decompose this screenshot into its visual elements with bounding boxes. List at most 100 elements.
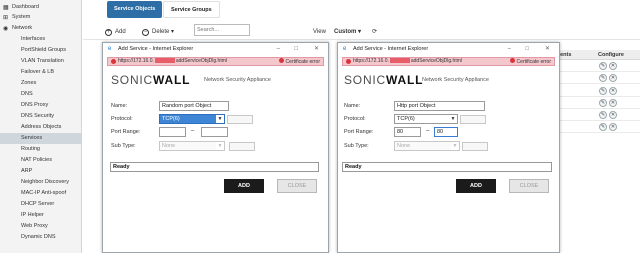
port-from-input[interactable]: 80 bbox=[394, 127, 421, 137]
sidebar-item-failover-lb[interactable]: Failover & LB bbox=[0, 67, 82, 78]
minimize-icon[interactable]: – bbox=[508, 43, 511, 56]
protocol-label: Protocol: bbox=[111, 116, 133, 122]
ie-icon: e bbox=[108, 46, 112, 52]
certificate-error[interactable]: Certificate error bbox=[509, 58, 551, 65]
configure-cell: ✎ ✕ bbox=[599, 99, 619, 107]
status-bar: Ready bbox=[342, 162, 552, 172]
edit-icon[interactable]: ✎ bbox=[599, 123, 607, 131]
protocol-extra-box bbox=[460, 115, 486, 124]
sidebar-item-dns-security[interactable]: DNS Security bbox=[0, 111, 82, 122]
edit-icon[interactable]: ✎ bbox=[599, 62, 607, 70]
address-bar[interactable]: https://172.16.0. addServiceObjDlg.html C… bbox=[107, 57, 324, 66]
port-from-input[interactable] bbox=[159, 127, 186, 137]
configure-cell: ✎ ✕ bbox=[599, 111, 619, 119]
view-select[interactable]: Custom ▾ bbox=[334, 26, 361, 38]
redacted-block bbox=[154, 58, 175, 63]
sidebar-item-dhcp-server[interactable]: DHCP Server bbox=[0, 199, 82, 210]
dashboard-icon: ▦ bbox=[3, 5, 9, 11]
sidebar-item-web-proxy[interactable]: Web Proxy bbox=[0, 221, 82, 232]
sidebar-item-interfaces[interactable]: Interfaces bbox=[0, 34, 82, 45]
tab-service-groups[interactable]: Service Groups bbox=[163, 1, 220, 18]
sidebar-item-address-objects[interactable]: Address Objects bbox=[0, 122, 82, 133]
url-text: https://172.16.0. addServiceObjDlg.html bbox=[353, 58, 462, 64]
sidebar-item-arp[interactable]: ARP bbox=[0, 166, 82, 177]
delete-icon[interactable]: ✕ bbox=[609, 99, 617, 107]
protocol-select[interactable]: TCP(6) ▼ bbox=[394, 114, 458, 124]
sidebar-item-dns-proxy[interactable]: DNS Proxy bbox=[0, 100, 82, 111]
cert-error-icon bbox=[111, 59, 116, 64]
app-name: Network Security Appliance bbox=[204, 77, 271, 83]
name-field[interactable]: Http port Object bbox=[394, 101, 485, 111]
add-button[interactable]: ADD bbox=[224, 179, 264, 193]
range-separator: – bbox=[191, 128, 195, 134]
delete-icon[interactable]: ✕ bbox=[609, 111, 617, 119]
close-icon[interactable]: ✕ bbox=[545, 43, 550, 56]
edit-icon[interactable]: ✎ bbox=[599, 74, 607, 82]
configure-cell: ✎ ✕ bbox=[599, 87, 619, 95]
refresh-icon[interactable]: ⟳ bbox=[372, 26, 377, 38]
minus-icon: − bbox=[142, 29, 149, 36]
delete-icon[interactable]: ✕ bbox=[609, 74, 617, 82]
search-input[interactable] bbox=[194, 24, 250, 36]
delete-icon[interactable]: ✕ bbox=[609, 123, 617, 131]
protocol-label: Protocol: bbox=[344, 116, 366, 122]
sidebar-item-services[interactable]: Services bbox=[0, 133, 82, 144]
sub-type-extra-box bbox=[229, 142, 255, 151]
sidebar-item-portshield-groups[interactable]: PortShield Groups bbox=[0, 45, 82, 56]
add-button[interactable]: + Add bbox=[105, 26, 126, 38]
sidebar-item-system[interactable]: ⊞ System bbox=[0, 12, 82, 23]
delete-icon[interactable]: ✕ bbox=[609, 62, 617, 70]
port-range-label: Port Range: bbox=[111, 129, 141, 135]
network-icon: ◉ bbox=[3, 26, 9, 32]
close-icon[interactable]: ✕ bbox=[314, 43, 319, 56]
sidebar-item-network[interactable]: ◉ Network bbox=[0, 23, 82, 34]
sidebar-item-mac-ip-anti-spoof[interactable]: MAC-IP Anti-spoof bbox=[0, 188, 82, 199]
close-button[interactable]: CLOSE bbox=[509, 179, 549, 193]
sidebar-item-nat-policies[interactable]: NAT Policies bbox=[0, 155, 82, 166]
add-button[interactable]: ADD bbox=[456, 179, 496, 193]
chevron-down-icon: ▼ bbox=[216, 115, 224, 123]
add-service-dialog-left: e Add Service - Internet Explorer – □ ✕ … bbox=[102, 42, 329, 253]
edit-icon[interactable]: ✎ bbox=[599, 111, 607, 119]
name-label: Name: bbox=[111, 103, 128, 109]
maximize-icon[interactable]: □ bbox=[294, 43, 298, 56]
sidebar-item-dynamic-dns[interactable]: Dynamic DNS bbox=[0, 232, 82, 243]
toolbar: + Add − Delete ▾ View Custom ▾ ⟳ bbox=[105, 26, 640, 38]
port-range-label: Port Range: bbox=[344, 129, 374, 135]
delete-button[interactable]: − Delete ▾ bbox=[142, 26, 174, 38]
delete-icon[interactable]: ✕ bbox=[609, 87, 617, 95]
column-header-configure: Configure bbox=[598, 52, 624, 58]
sidebar-item-neighbor-discovery[interactable]: Neighbor Discovery bbox=[0, 177, 82, 188]
sonicwall-logo: SONICWALL bbox=[111, 73, 191, 87]
ie-icon: e bbox=[343, 46, 347, 52]
sidebar-item-vlan-translation[interactable]: VLAN Translation bbox=[0, 56, 82, 67]
app-name: Network Security Appliance bbox=[422, 77, 489, 83]
sidebar-item-ip-helper[interactable]: IP Helper bbox=[0, 210, 82, 221]
sub-type-label: Sub Type: bbox=[111, 143, 136, 149]
protocol-select[interactable]: TCP(6) ▼ bbox=[159, 114, 225, 124]
close-button[interactable]: CLOSE bbox=[277, 179, 317, 193]
chevron-down-icon: ▼ bbox=[451, 142, 459, 150]
cert-error-icon bbox=[346, 59, 351, 64]
tab-service-objects[interactable]: Service Objects bbox=[107, 1, 163, 18]
minimize-icon[interactable]: – bbox=[277, 43, 280, 56]
chevron-down-icon: ▼ bbox=[449, 115, 457, 123]
sidebar-item-dns[interactable]: DNS bbox=[0, 89, 82, 100]
sub-type-select[interactable]: None ▼ bbox=[394, 141, 460, 151]
status-bar: Ready bbox=[110, 162, 319, 172]
dialog-title: Add Service - Internet Explorer bbox=[353, 46, 429, 52]
dialog-titlebar: e Add Service - Internet Explorer – □ ✕ bbox=[338, 43, 559, 56]
name-field[interactable]: Random port Object bbox=[159, 101, 229, 111]
sidebar-item-routing[interactable]: Routing bbox=[0, 144, 82, 155]
port-to-input[interactable] bbox=[201, 127, 228, 137]
maximize-icon[interactable]: □ bbox=[525, 43, 529, 56]
port-to-input[interactable]: 80 bbox=[434, 127, 458, 137]
url-text: https://172.16.0. addServiceObjDlg.html bbox=[118, 58, 227, 64]
edit-icon[interactable]: ✎ bbox=[599, 99, 607, 107]
certificate-error[interactable]: Certificate error bbox=[278, 58, 320, 65]
address-bar[interactable]: https://172.16.0. addServiceObjDlg.html C… bbox=[342, 57, 555, 66]
sidebar-item-zones[interactable]: Zones bbox=[0, 78, 82, 89]
sub-type-select[interactable]: None ▼ bbox=[159, 141, 225, 151]
edit-icon[interactable]: ✎ bbox=[599, 87, 607, 95]
chevron-down-icon: ▾ bbox=[171, 29, 175, 35]
